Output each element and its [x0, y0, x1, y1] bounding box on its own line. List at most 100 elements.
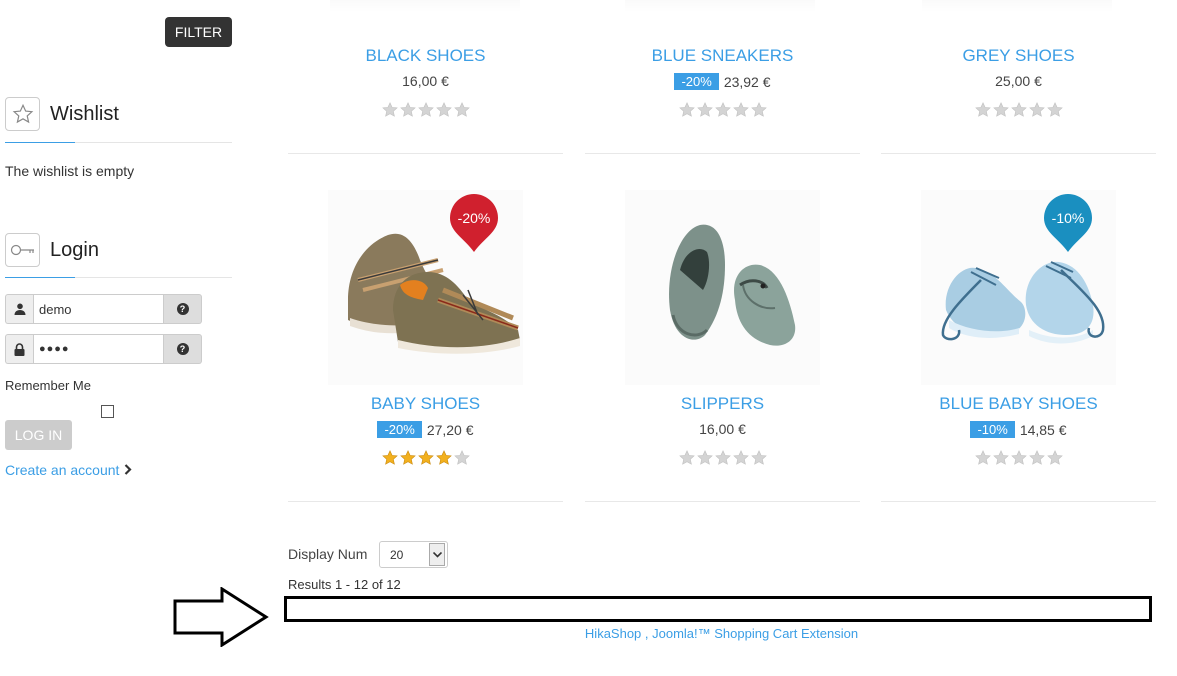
- chevron-right-icon: [124, 462, 132, 478]
- display-num-select[interactable]: 20: [379, 541, 448, 568]
- baby-shoes-image[interactable]: [288, 190, 563, 385]
- login-button[interactable]: LOG IN: [5, 420, 72, 450]
- star-empty-icon[interactable]: [1010, 450, 1027, 466]
- password-input[interactable]: ●●●●: [33, 334, 164, 364]
- product-name[interactable]: SLIPPERS: [585, 394, 860, 414]
- help-icon: ?: [176, 303, 189, 315]
- star-icon: [5, 97, 40, 131]
- star-empty-icon[interactable]: [453, 450, 470, 466]
- rating-stars[interactable]: [585, 102, 860, 118]
- remember-me-checkbox[interactable]: [101, 405, 114, 418]
- star-empty-icon[interactable]: [399, 102, 416, 118]
- star-empty-icon[interactable]: [750, 450, 767, 466]
- star-filled-icon[interactable]: [399, 450, 416, 466]
- star-empty-icon[interactable]: [1028, 450, 1045, 466]
- password-help-button[interactable]: ?: [164, 334, 202, 364]
- lock-icon: [5, 334, 33, 364]
- product-card: BLUE SNEAKERS -20% 23,92 €: [585, 0, 860, 155]
- product-price: -10% 14,85 €: [881, 421, 1156, 438]
- rating-stars[interactable]: [881, 450, 1156, 466]
- key-icon: [5, 233, 40, 267]
- star-filled-icon[interactable]: [435, 450, 452, 466]
- star-empty-icon[interactable]: [381, 102, 398, 118]
- product-name[interactable]: BLACK SHOES: [288, 46, 563, 66]
- help-icon: ?: [176, 343, 189, 355]
- login-divider: [5, 277, 232, 278]
- star-empty-icon[interactable]: [417, 102, 434, 118]
- username-input[interactable]: demo: [33, 294, 164, 324]
- rating-stars[interactable]: [288, 102, 563, 118]
- product-separator: [288, 153, 563, 154]
- product-separator: [881, 501, 1156, 502]
- password-group: ●●●● ?: [5, 334, 202, 364]
- wishlist-header: Wishlist: [5, 97, 119, 131]
- star-empty-icon[interactable]: [1046, 102, 1063, 118]
- star-empty-icon[interactable]: [678, 450, 695, 466]
- star-empty-icon[interactable]: [732, 450, 749, 466]
- rating-stars[interactable]: [881, 102, 1156, 118]
- product-card: BLACK SHOES 16,00 €: [288, 0, 563, 155]
- star-empty-icon[interactable]: [696, 450, 713, 466]
- star-empty-icon[interactable]: [1046, 450, 1063, 466]
- rating-stars[interactable]: [585, 450, 860, 466]
- discount-badge: -10%: [970, 421, 1015, 438]
- price-value: 25,00 €: [995, 73, 1042, 89]
- price-value: 14,85 €: [1019, 421, 1067, 438]
- highlight-box: [284, 596, 1152, 622]
- product-card: -10% BLUE BABY SHOES -10% 14,85 €: [881, 180, 1156, 505]
- product-price: -20% 23,92 €: [585, 73, 860, 90]
- badge-text: -20%: [458, 210, 491, 226]
- product-price: 16,00 €: [288, 73, 563, 89]
- remember-me-label: Remember Me: [5, 378, 91, 393]
- product-separator: [288, 501, 563, 502]
- login-title: Login: [50, 238, 99, 261]
- price-value: 23,92 €: [723, 73, 771, 90]
- product-separator: [585, 153, 860, 154]
- star-empty-icon[interactable]: [992, 450, 1009, 466]
- star-empty-icon[interactable]: [974, 450, 991, 466]
- display-num-value: 20: [390, 547, 404, 562]
- results-count: Results 1 - 12 of 12: [288, 577, 401, 592]
- product-name[interactable]: GREY SHOES: [881, 46, 1156, 66]
- star-empty-icon[interactable]: [1010, 102, 1027, 118]
- wishlist-divider: [5, 142, 232, 143]
- hikashop-footer-link[interactable]: HikaShop , Joomla!™ Shopping Cart Extens…: [0, 626, 1177, 641]
- create-account-link[interactable]: Create an account: [5, 462, 132, 478]
- star-empty-icon[interactable]: [992, 102, 1009, 118]
- wishlist-title: Wishlist: [50, 102, 119, 125]
- product-name[interactable]: BLUE SNEAKERS: [585, 46, 860, 66]
- price-value: 16,00 €: [699, 421, 746, 437]
- blue-baby-shoes-image[interactable]: [881, 190, 1156, 385]
- star-empty-icon[interactable]: [696, 102, 713, 118]
- user-icon: [5, 294, 33, 324]
- discount-tag-icon: -20%: [450, 194, 498, 252]
- badge-text: -10%: [1052, 210, 1085, 226]
- star-empty-icon[interactable]: [678, 102, 695, 118]
- star-empty-icon[interactable]: [714, 450, 731, 466]
- star-filled-icon[interactable]: [417, 450, 434, 466]
- star-empty-icon[interactable]: [714, 102, 731, 118]
- login-header: Login: [5, 233, 99, 267]
- price-value: 27,20 €: [426, 421, 474, 438]
- create-account-label: Create an account: [5, 462, 120, 478]
- slippers-image[interactable]: [585, 190, 860, 385]
- star-empty-icon[interactable]: [1028, 102, 1045, 118]
- chevron-down-icon: [429, 543, 445, 566]
- star-empty-icon[interactable]: [435, 102, 452, 118]
- star-empty-icon[interactable]: [732, 102, 749, 118]
- discount-tag-icon: -10%: [1044, 194, 1092, 252]
- rating-stars[interactable]: [288, 450, 563, 466]
- filter-button[interactable]: FILTER: [165, 17, 232, 47]
- username-help-button[interactable]: ?: [164, 294, 202, 324]
- product-name[interactable]: BABY SHOES: [288, 394, 563, 414]
- star-empty-icon[interactable]: [750, 102, 767, 118]
- star-filled-icon[interactable]: [381, 450, 398, 466]
- product-name[interactable]: BLUE BABY SHOES: [881, 394, 1156, 414]
- product-card: -20% BABY SHOES -20% 27,20 €: [288, 180, 563, 505]
- display-num-label: Display Num: [288, 546, 368, 562]
- star-empty-icon[interactable]: [453, 102, 470, 118]
- star-empty-icon[interactable]: [974, 102, 991, 118]
- discount-badge: -20%: [674, 73, 719, 90]
- product-price: 16,00 €: [585, 421, 860, 437]
- product-price: -20% 27,20 €: [288, 421, 563, 438]
